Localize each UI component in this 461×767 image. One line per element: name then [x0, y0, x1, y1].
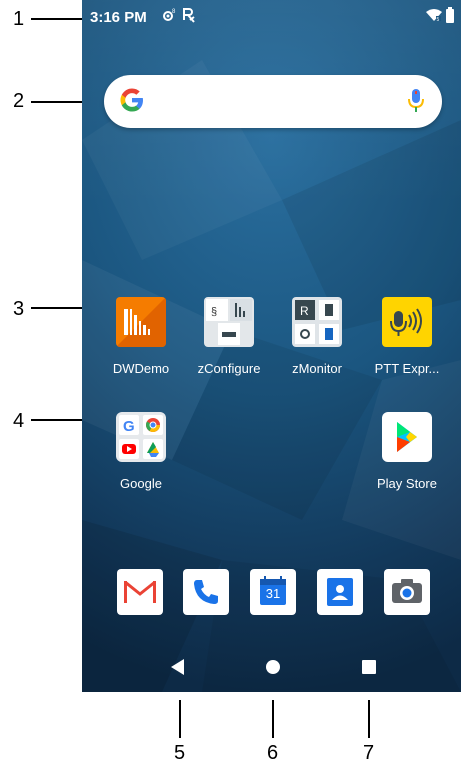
calendar-icon[interactable]: 31: [250, 569, 296, 615]
svg-text:5: 5: [437, 17, 440, 22]
dwdemo-icon: [116, 297, 166, 347]
status-bar: 3:16 PM 8 5: [82, 0, 461, 34]
callout-7-line: [368, 700, 370, 738]
recents-button[interactable]: [359, 657, 379, 677]
navigation-bar: [82, 640, 461, 692]
phone-icon[interactable]: [183, 569, 229, 615]
callout-1-line: [31, 18, 83, 20]
google-folder-icon: G: [116, 412, 166, 462]
app-zconfigure[interactable]: § zConfigure: [189, 297, 269, 376]
app-ptt-express[interactable]: PTT Expr...: [367, 297, 447, 376]
nfc-icon: 8: [162, 8, 176, 27]
google-search-bar[interactable]: [104, 75, 442, 128]
back-button[interactable]: [168, 657, 188, 677]
google-g-icon: [120, 88, 143, 112]
callout-7: 7: [363, 742, 375, 764]
status-time: 3:16 PM: [90, 9, 147, 26]
app-label: PTT Expr...: [374, 361, 440, 376]
app-play-store[interactable]: Play Store: [367, 412, 447, 491]
app-label: Google: [120, 476, 162, 491]
callout-5-line: [179, 700, 181, 738]
wifi-icon: 5: [426, 8, 442, 25]
svg-text:8: 8: [172, 9, 176, 15]
callout-5: 5: [174, 742, 186, 764]
calendar-day: 31: [265, 586, 281, 601]
svg-text:G: G: [123, 418, 135, 435]
zconfigure-icon: §: [204, 297, 254, 347]
home-screen: 3:16 PM 8 5 DWDemo § zConfigure R zMonit…: [82, 0, 461, 692]
home-button[interactable]: [263, 657, 283, 677]
rx-icon: [182, 7, 196, 26]
callout-3: 3: [13, 298, 25, 320]
ptt-express-icon: [382, 297, 432, 347]
app-google-folder[interactable]: G Google: [101, 412, 181, 491]
callout-1: 1: [13, 8, 25, 30]
svg-text:§: §: [211, 306, 217, 318]
svg-text:R: R: [300, 304, 309, 318]
callout-2: 2: [13, 90, 25, 112]
callout-4: 4: [13, 410, 25, 432]
battery-icon: [446, 7, 454, 26]
app-dwdemo[interactable]: DWDemo: [101, 297, 181, 376]
app-label: zConfigure: [197, 361, 261, 376]
play-store-icon: [382, 412, 432, 462]
callout-6: 6: [267, 742, 279, 764]
app-label: DWDemo: [112, 361, 170, 376]
microphone-icon[interactable]: [408, 88, 424, 114]
contacts-icon[interactable]: [317, 569, 363, 615]
callout-6-line: [272, 700, 274, 738]
app-zmonitor[interactable]: R zMonitor: [277, 297, 357, 376]
zmonitor-icon: R: [292, 297, 342, 347]
camera-icon[interactable]: [384, 569, 430, 615]
app-label: Play Store: [377, 476, 437, 491]
app-label: zMonitor: [292, 361, 342, 376]
gmail-icon[interactable]: [117, 569, 163, 615]
